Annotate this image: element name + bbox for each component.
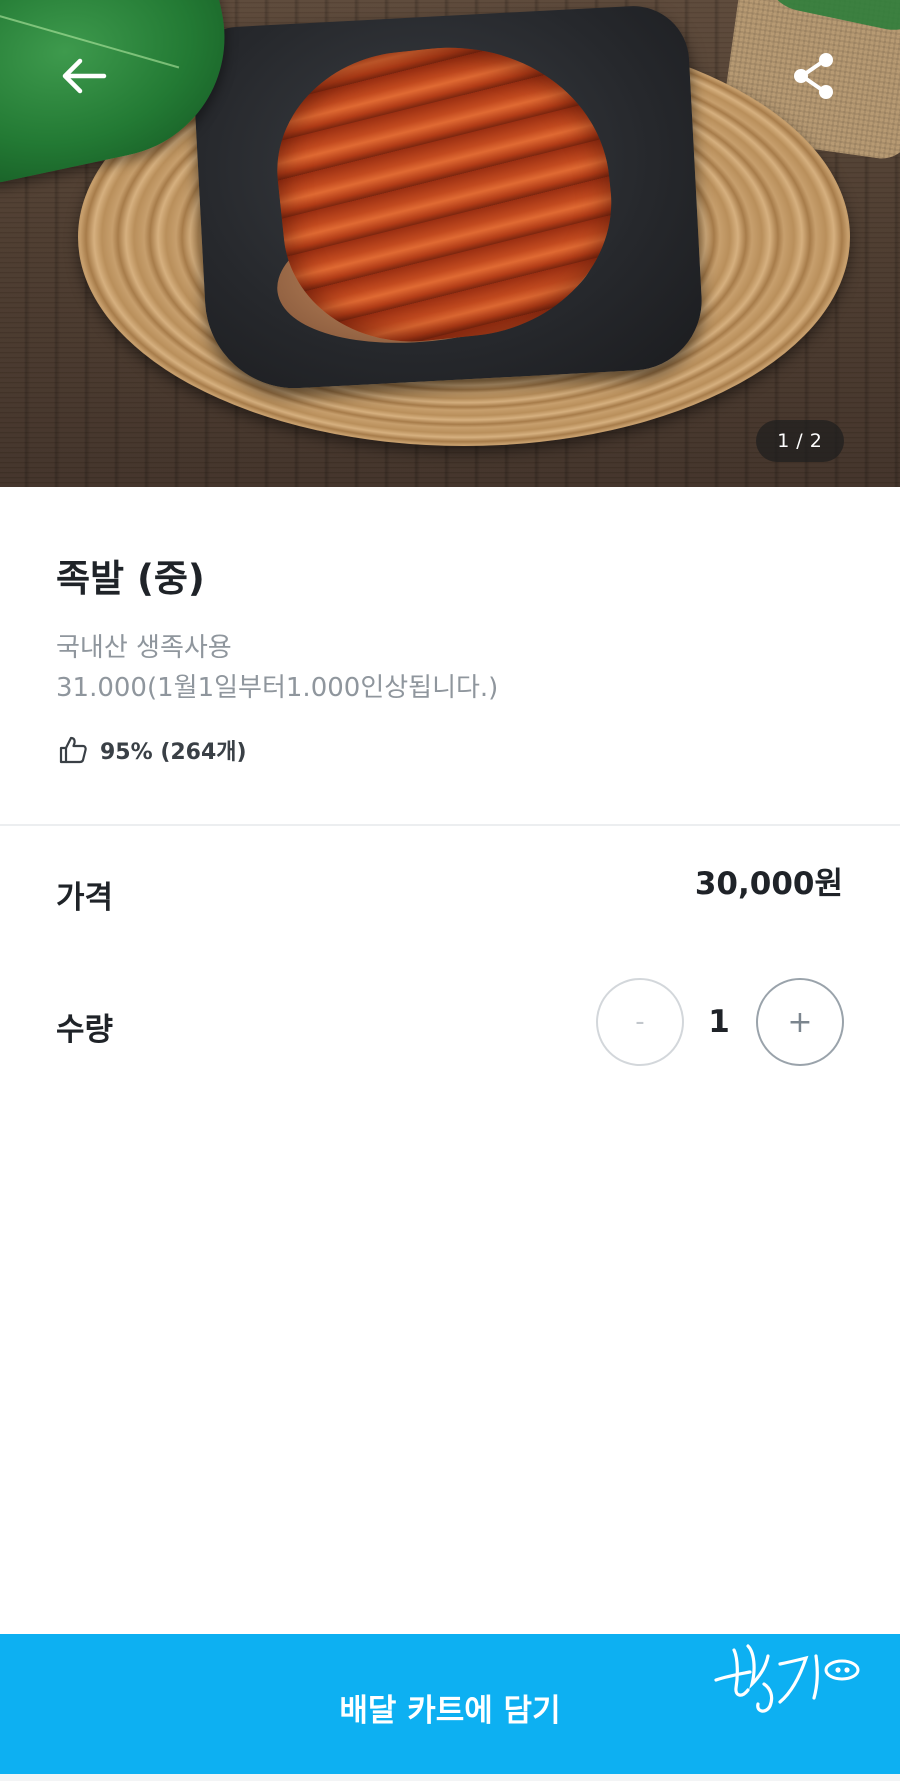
thumbs-up-icon <box>59 736 87 764</box>
add-to-cart-button[interactable]: 배달 카트에 담기 <box>0 1634 900 1774</box>
product-title: 족발 (중) <box>56 557 205 600</box>
quantity-decrease-button[interactable]: - <box>596 978 684 1066</box>
section-divider <box>0 824 900 826</box>
quantity-value: 1 <box>708 1004 730 1040</box>
plus-icon: + <box>787 1004 813 1040</box>
page-total: 2 <box>809 430 823 452</box>
quantity-increase-button[interactable]: + <box>756 978 844 1066</box>
price-value: 30,000원 <box>694 866 843 902</box>
page-separator: / <box>796 430 804 452</box>
rating-text: 95% (264개) <box>100 740 247 765</box>
add-to-cart-label: 배달 카트에 담기 <box>339 1692 561 1729</box>
share-button[interactable] <box>782 44 846 108</box>
description-line-2: 31.000(1월1일부터1.000인상됩니다.) <box>56 673 499 703</box>
description-line-1: 국내산 생족사용 <box>56 633 232 663</box>
share-icon <box>794 53 833 99</box>
bottom-safe-area <box>0 1774 900 1781</box>
image-page-indicator: 1 / 2 <box>756 420 844 462</box>
price-label: 가격 <box>56 880 114 916</box>
page-current: 1 <box>777 430 791 452</box>
quantity-label: 수량 <box>56 1012 114 1048</box>
product-photo: 1 / 2 <box>0 0 900 487</box>
arrow-left-icon <box>62 58 107 94</box>
back-button[interactable] <box>52 44 116 108</box>
rating: 95% (264개) <box>58 734 247 766</box>
product-description: 국내산 생족사용 31.000(1월1일부터1.000인상됩니다.) <box>56 628 498 708</box>
brand-logo <box>714 1644 860 1713</box>
minus-icon: - <box>635 1007 645 1037</box>
